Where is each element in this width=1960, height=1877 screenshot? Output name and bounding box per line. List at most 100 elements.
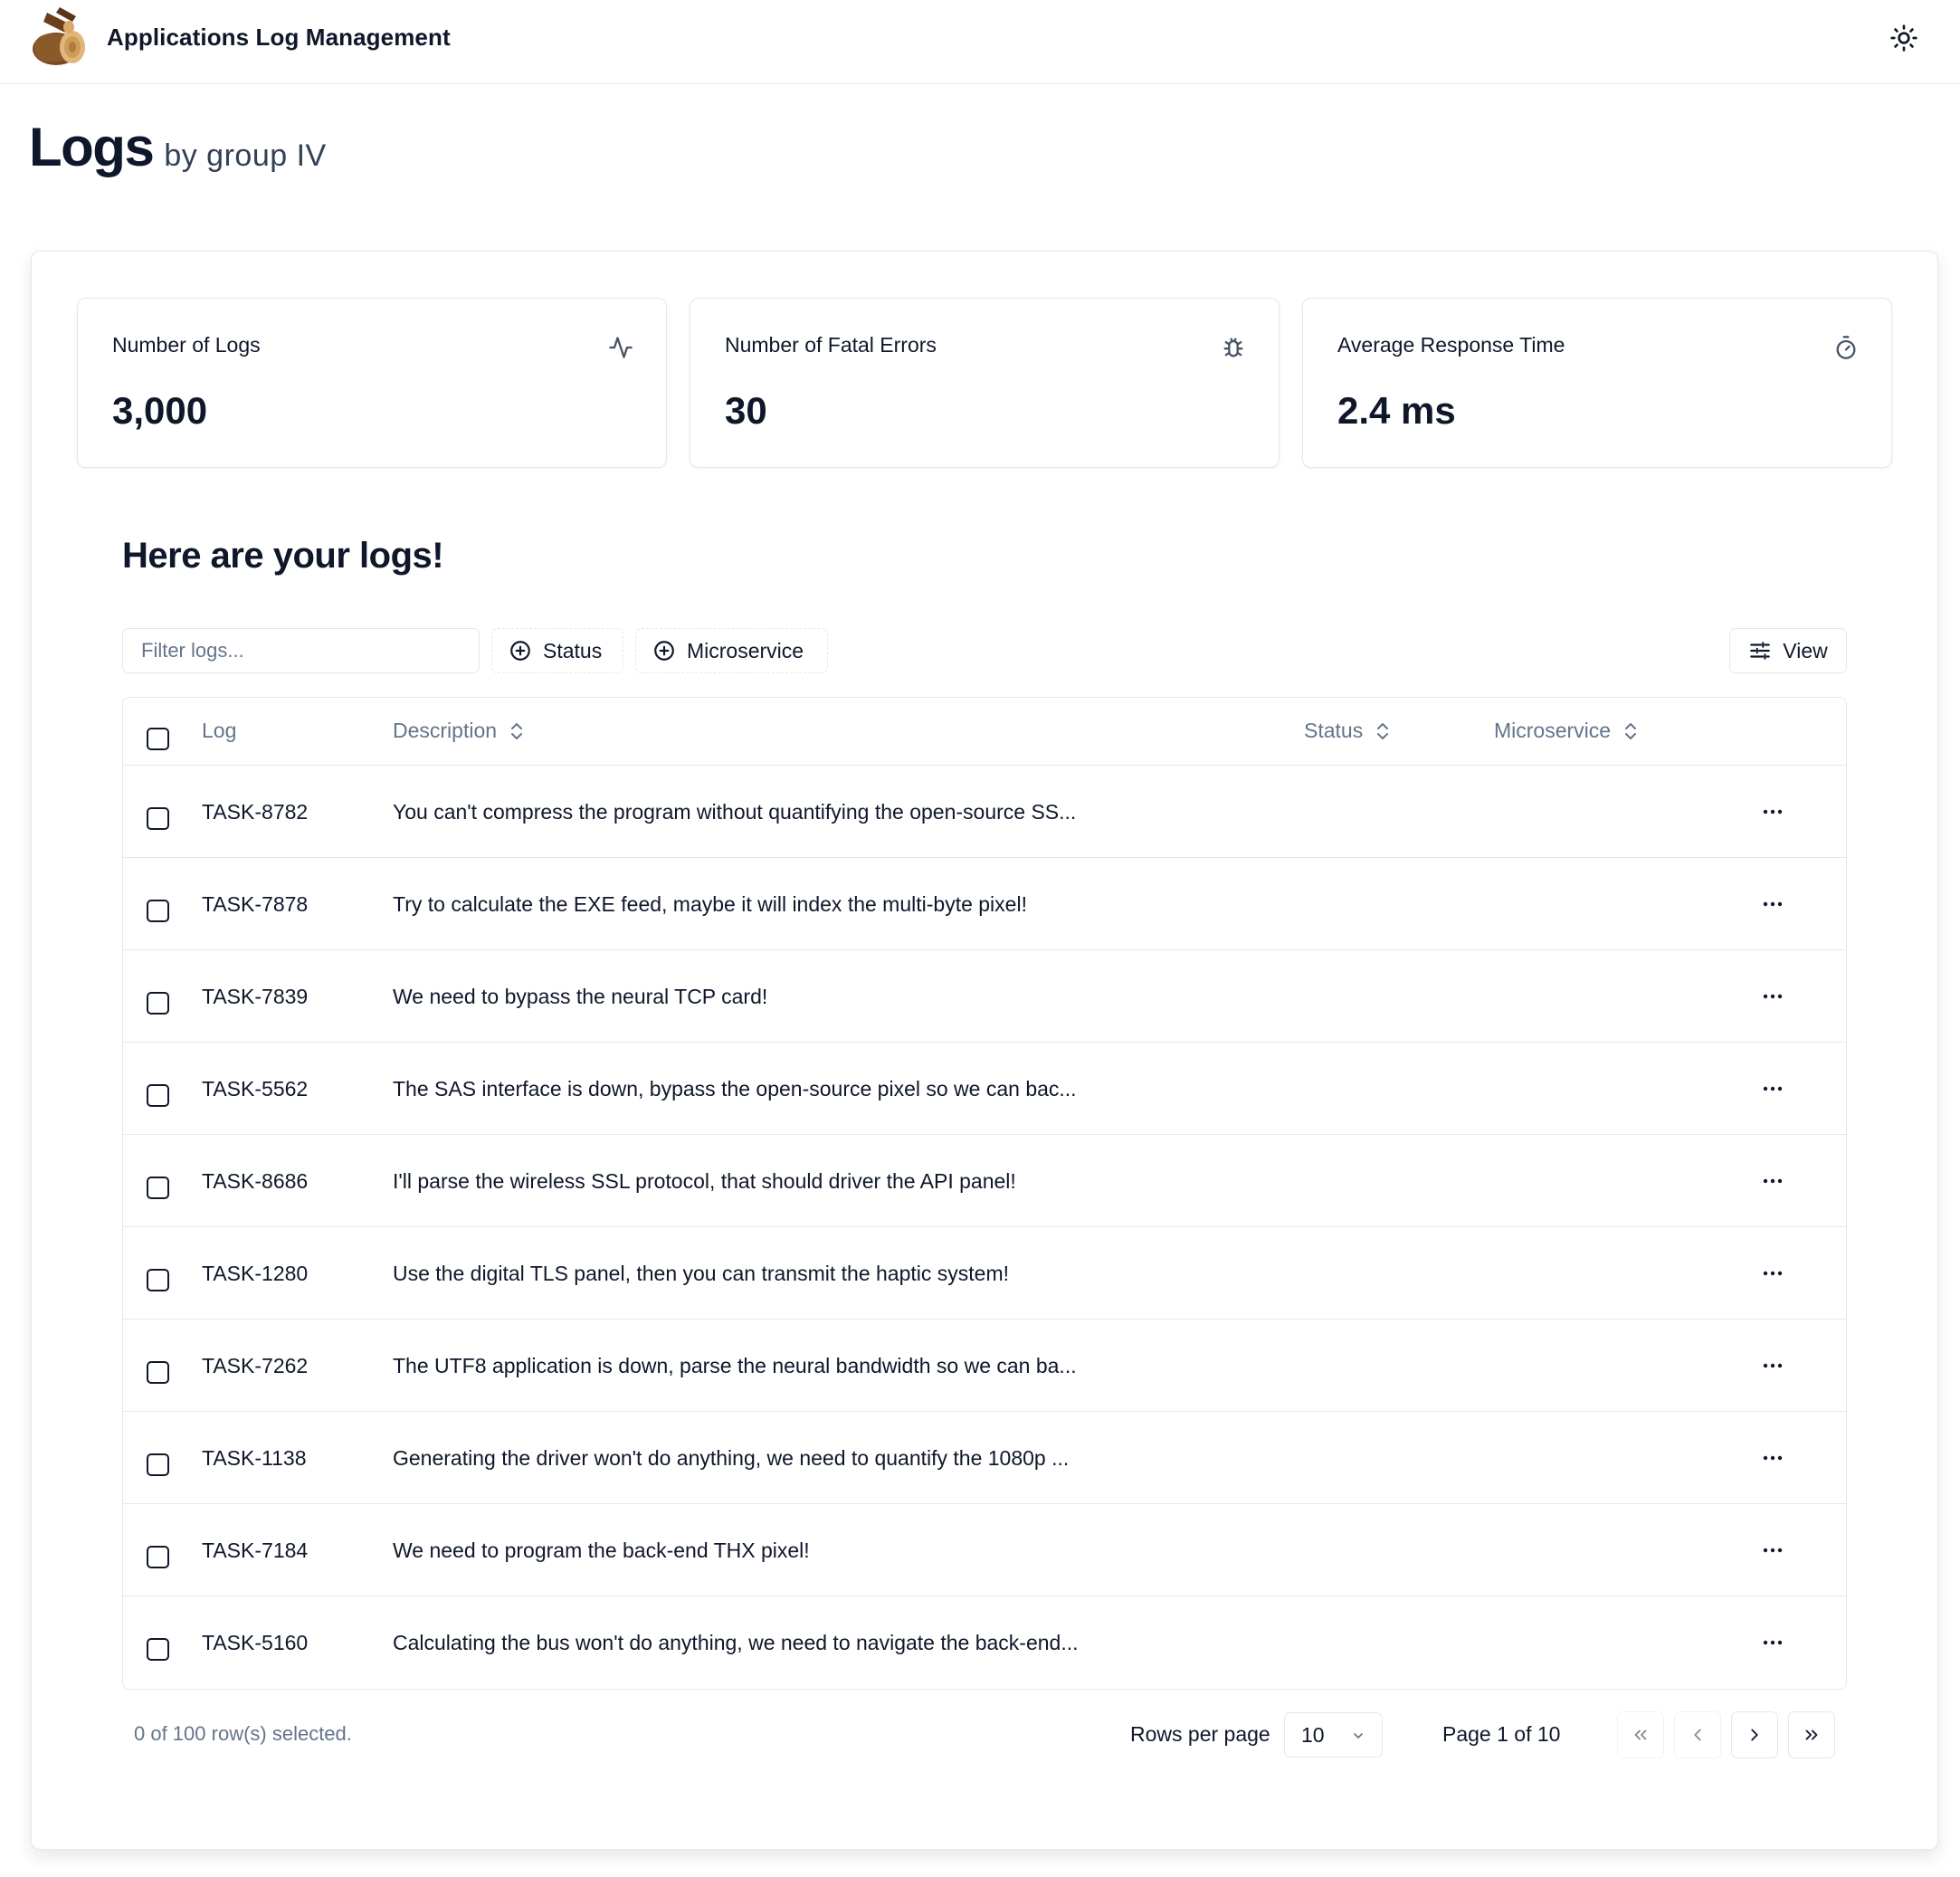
logs-table: Log Description Status Microservice TASK… (122, 697, 1847, 1690)
log-description: The SAS interface is down, bypass the op… (393, 1077, 1077, 1100)
log-id: TASK-1280 (202, 1262, 309, 1285)
rows-per-page-label: Rows per page (1130, 1722, 1270, 1746)
table-row: TASK-1138 Generating the driver won't do… (123, 1412, 1846, 1504)
row-actions-button[interactable] (1756, 983, 1789, 1010)
chevrons-right-icon (1805, 1729, 1818, 1740)
wood-logs-logo (33, 7, 85, 65)
row-actions-button[interactable] (1756, 1075, 1789, 1102)
page-title-main: Logs (29, 117, 155, 177)
column-header-description[interactable]: Description (393, 719, 526, 743)
row-checkbox[interactable] (147, 1269, 169, 1291)
more-horizontal-icon (1763, 1455, 1783, 1461)
table-row: TASK-7839 We need to bypass the neural T… (123, 950, 1846, 1043)
column-header-log: Log (202, 719, 236, 743)
stat-card-avg-response-time: Average Response Time 2.4 ms (1302, 298, 1892, 468)
sort-icon (1377, 722, 1389, 739)
rows-per-page-value: 10 (1301, 1722, 1325, 1747)
row-actions-button[interactable] (1756, 1629, 1789, 1656)
view-options-button[interactable]: View (1729, 628, 1847, 673)
microservice-filter-button[interactable]: Microservice (635, 628, 828, 673)
more-horizontal-icon (1763, 1086, 1783, 1091)
column-header-description-label: Description (393, 719, 498, 742)
section-title: Here are your logs! (122, 536, 444, 576)
more-horizontal-icon (1763, 1271, 1783, 1276)
row-actions-button[interactable] (1756, 1444, 1789, 1472)
activity-icon (609, 337, 633, 358)
row-checkbox[interactable] (147, 900, 169, 922)
log-id: TASK-7184 (202, 1539, 309, 1562)
table-row: TASK-7184 We need to program the back-en… (123, 1504, 1846, 1596)
chevrons-left-icon (1634, 1729, 1647, 1740)
log-id: TASK-8686 (202, 1169, 309, 1193)
last-page-button[interactable] (1788, 1711, 1835, 1758)
log-id: TASK-7262 (202, 1354, 309, 1377)
more-horizontal-icon (1763, 994, 1783, 999)
row-checkbox[interactable] (147, 807, 169, 830)
first-page-button[interactable] (1617, 1711, 1664, 1758)
table-row: TASK-5562 The SAS interface is down, byp… (123, 1043, 1846, 1135)
column-header-status[interactable]: Status (1304, 719, 1392, 743)
stat-value: 3,000 (112, 389, 208, 432)
stat-label: Number of Logs (112, 333, 261, 357)
more-horizontal-icon (1763, 1178, 1783, 1184)
more-horizontal-icon (1763, 1363, 1783, 1368)
stat-card-number-of-logs: Number of Logs 3,000 (77, 298, 667, 468)
log-description: Calculating the bus won't do anything, w… (393, 1631, 1079, 1654)
table-row: TASK-7878 Try to calculate the EXE feed,… (123, 858, 1846, 950)
log-description: Generating the driver won't do anything,… (393, 1446, 1070, 1470)
column-header-microservice[interactable]: Microservice (1494, 719, 1640, 743)
stat-label: Average Response Time (1337, 333, 1565, 357)
log-description: You can't compress the program without q… (393, 800, 1077, 824)
row-checkbox[interactable] (147, 1453, 169, 1476)
row-checkbox[interactable] (147, 1177, 169, 1199)
table-row: TASK-8782 You can't compress the program… (123, 766, 1846, 858)
more-horizontal-icon (1763, 1548, 1783, 1553)
log-id: TASK-1138 (202, 1446, 307, 1470)
bug-icon (1223, 338, 1243, 357)
row-actions-button[interactable] (1756, 1352, 1789, 1379)
previous-page-button[interactable] (1674, 1711, 1721, 1758)
microservice-filter-label: Microservice (687, 638, 804, 662)
stat-value: 30 (725, 389, 767, 432)
row-checkbox[interactable] (147, 992, 169, 1015)
log-description: We need to program the back-end THX pixe… (393, 1539, 810, 1562)
plus-circle-icon (654, 641, 674, 661)
table-header: Log Description Status Microservice (123, 698, 1846, 766)
page-title-subtitle: by group IV (164, 138, 327, 173)
status-filter-button[interactable]: Status (491, 628, 623, 673)
next-page-button[interactable] (1731, 1711, 1778, 1758)
page-info: Page 1 of 10 (1442, 1722, 1561, 1746)
row-actions-button[interactable] (1756, 1167, 1789, 1195)
chevron-down-icon (1354, 1733, 1363, 1739)
log-description: Use the digital TLS panel, then you can … (393, 1262, 1009, 1285)
more-horizontal-icon (1763, 809, 1783, 815)
log-id: TASK-7878 (202, 892, 309, 916)
row-checkbox[interactable] (147, 1084, 169, 1107)
rows-per-page-select[interactable]: 10 (1284, 1712, 1383, 1758)
row-actions-button[interactable] (1756, 891, 1789, 918)
row-actions-button[interactable] (1756, 798, 1789, 825)
selected-rows-count: 0 of 100 row(s) selected. (134, 1722, 352, 1745)
more-horizontal-icon (1763, 901, 1783, 907)
chevron-left-icon (1694, 1729, 1701, 1741)
log-id: TASK-7839 (202, 985, 309, 1008)
log-id: TASK-8782 (202, 800, 309, 824)
row-actions-button[interactable] (1756, 1537, 1789, 1564)
theme-toggle-button[interactable] (1888, 22, 1920, 54)
table-row: TASK-1280 Use the digital TLS panel, the… (123, 1227, 1846, 1320)
table-row: TASK-8686 I'll parse the wireless SSL pr… (123, 1135, 1846, 1227)
log-id: TASK-5562 (202, 1077, 309, 1100)
row-checkbox[interactable] (147, 1638, 169, 1661)
table-row: TASK-7262 The UTF8 application is down, … (123, 1320, 1846, 1412)
column-header-status-label: Status (1304, 719, 1364, 742)
select-all-checkbox[interactable] (147, 728, 169, 750)
log-description: We need to bypass the neural TCP card! (393, 985, 768, 1008)
top-bar: Applications Log Management (0, 0, 1960, 84)
more-horizontal-icon (1763, 1640, 1783, 1645)
filter-logs-input[interactable] (122, 628, 480, 673)
log-description: I'll parse the wireless SSL protocol, th… (393, 1169, 1016, 1193)
timer-icon (1836, 336, 1856, 359)
row-checkbox[interactable] (147, 1546, 169, 1568)
row-actions-button[interactable] (1756, 1260, 1789, 1287)
row-checkbox[interactable] (147, 1361, 169, 1384)
